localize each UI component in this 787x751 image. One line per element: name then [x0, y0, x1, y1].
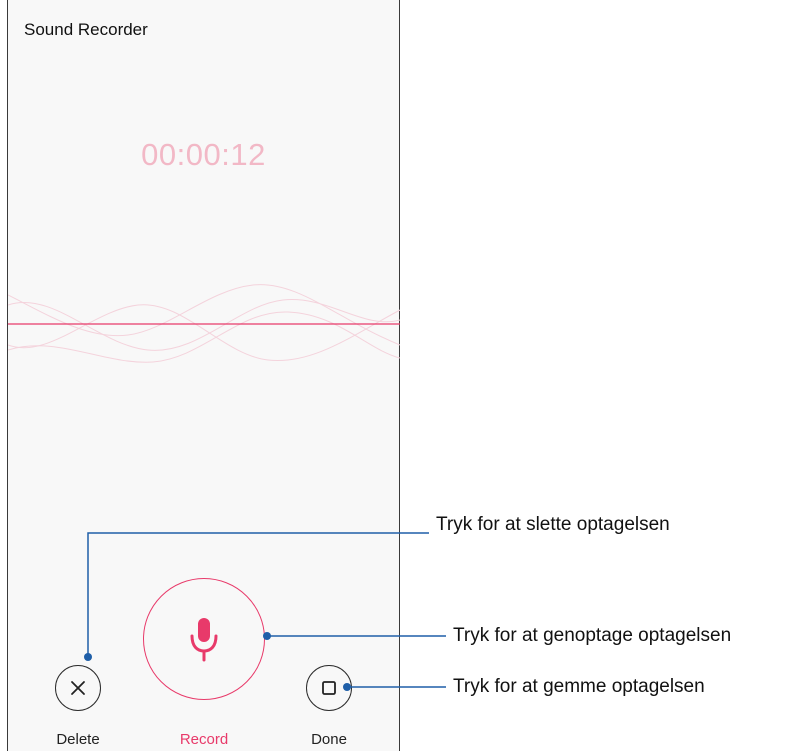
delete-label: Delete [56, 731, 100, 748]
done-callout-text: Tryk for at gemme optagelsen [453, 676, 705, 697]
recording-timer: 00:00:12 [141, 137, 266, 172]
delete-button[interactable] [55, 665, 101, 711]
waveform-line-3 [8, 304, 400, 362]
record-button[interactable] [143, 578, 265, 700]
app-title: Sound Recorder [24, 20, 148, 39]
waveform-line-4 [8, 311, 400, 363]
microphone-icon [190, 618, 218, 662]
square-stop-icon [322, 681, 336, 695]
done-label: Done [311, 731, 347, 748]
audio-waveform [8, 284, 400, 363]
delete-callout-text: Tryk for at slette optagelsen [436, 514, 670, 535]
done-button[interactable] [306, 665, 352, 711]
record-label: Record [179, 731, 229, 748]
close-icon [71, 681, 85, 695]
app-screen: Sound Recorder 00:00:12 Delete Record Do… [7, 0, 400, 751]
record-callout-text: Tryk for at genoptage optagelsen [453, 625, 732, 646]
